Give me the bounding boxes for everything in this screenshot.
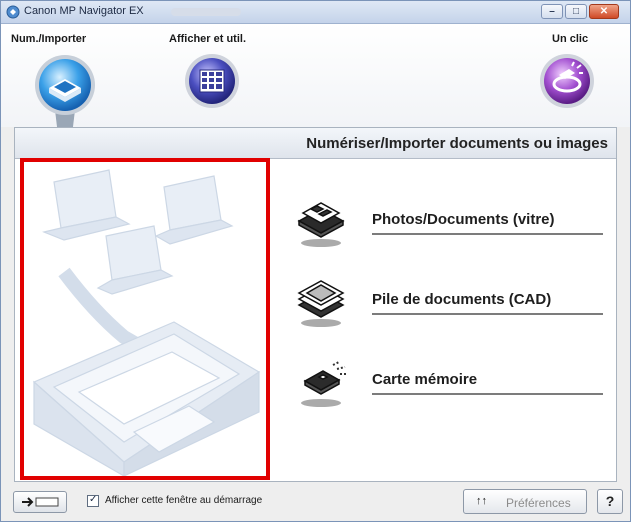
scanner-computers-illustration — [32, 169, 261, 476]
toggle-view-button[interactable] — [13, 491, 67, 513]
divider — [372, 233, 603, 235]
help-button[interactable]: ? — [597, 489, 623, 514]
mode-label-scan: Num./Importer — [11, 33, 87, 45]
close-button[interactable]: ✕ — [589, 4, 619, 19]
mode-button-oneclick[interactable] — [539, 53, 595, 109]
title-extra-blurred — [171, 8, 241, 16]
arrow-toggle-icon — [22, 497, 59, 507]
mode-label-view: Afficher et util. — [169, 33, 247, 45]
photo-docs-platen-icon — [297, 202, 345, 247]
startup-checkbox[interactable]: ✓ — [87, 494, 99, 507]
app-icon — [6, 5, 20, 19]
checkmark-icon: ✓ — [89, 494, 98, 505]
window-title: Canon MP Navigator EX — [24, 5, 144, 17]
scanner-illustration — [20, 158, 270, 480]
document-grid-icon — [185, 54, 239, 108]
mode-label-oneclick: Un clic — [552, 33, 589, 45]
action-label-stack: Pile de documents (CAD) — [372, 291, 552, 308]
close-icon: ✕ — [599, 6, 609, 17]
divider — [372, 313, 603, 315]
mode-button-view[interactable] — [184, 53, 240, 109]
minimize-icon: – — [549, 6, 555, 17]
preferences-icon: ↑↑ — [476, 495, 487, 507]
one-click-icon — [540, 54, 594, 108]
document-stack-adf-icon — [297, 280, 345, 327]
minimize-button[interactable]: – — [541, 4, 563, 19]
panel-header: Numériser/Importer documents ou images — [15, 128, 616, 159]
divider — [372, 393, 603, 395]
app-window: Canon MP Navigator EX – □ ✕ Num./Importe… — [0, 0, 631, 522]
memory-card-icon — [301, 361, 347, 407]
maximize-button[interactable]: □ — [565, 4, 587, 19]
bottom-bar: ✓ Afficher cette fenêtre au démarrage ↑↑… — [1, 485, 630, 521]
title-bar: Canon MP Navigator EX – □ ✕ — [1, 1, 630, 24]
preferences-label: Préférences — [506, 496, 571, 510]
panel-title: Numériser/Importer documents ou images — [306, 135, 608, 152]
action-document-stack[interactable]: Pile de documents (CAD) — [293, 275, 603, 329]
action-photos-documents[interactable]: Photos/Documents (vitre) — [293, 195, 603, 249]
action-label-photos: Photos/Documents (vitre) — [372, 211, 555, 228]
maximize-icon: □ — [572, 6, 580, 17]
startup-checkbox-label: Afficher cette fenêtre au démarrage — [105, 495, 263, 506]
main-panel: Numériser/Importer documents ou images P… — [14, 127, 617, 482]
action-label-memory: Carte mémoire — [372, 371, 478, 388]
mode-strip: Num./Importer Afficher et util. Un clic — [1, 24, 630, 155]
preferences-button[interactable]: ↑↑ Préférences — [463, 489, 587, 514]
action-memory-card[interactable]: Carte mémoire — [293, 355, 603, 409]
